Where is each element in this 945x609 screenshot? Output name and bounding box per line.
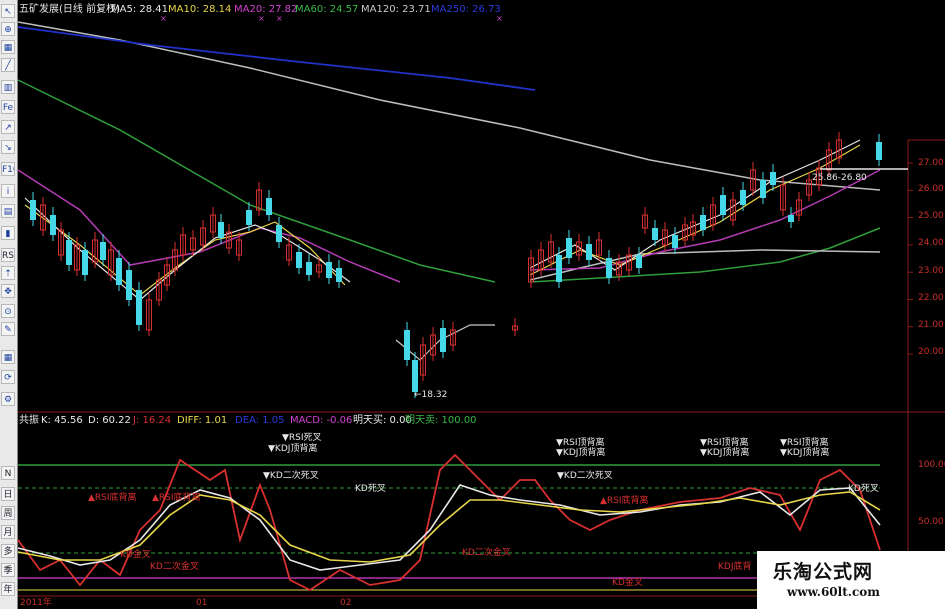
- level-marker: 25.86-26.80: [812, 173, 867, 183]
- price-tick: 27.00: [918, 158, 944, 168]
- price-tick: 26.00: [918, 184, 944, 194]
- signal-rsi-bottom: ▲RSI底背离: [88, 493, 137, 503]
- signal-kdj-bottom: KDJ底背: [718, 562, 752, 572]
- ma5-line: [24, 197, 351, 301]
- date-tick: 02: [340, 598, 352, 608]
- legend-ma20: MA20: 27.82: [234, 4, 298, 15]
- candle-body: [556, 255, 562, 282]
- legend-ma10: MA10: 28.14: [168, 4, 232, 15]
- candle-body: [586, 244, 592, 260]
- candle-body: [82, 250, 88, 275]
- signal-kdj-top: ▼KDJ顶背离: [268, 444, 318, 454]
- signal-kd-golden: KD金叉: [120, 550, 151, 560]
- signal-kdj-top: ▼KDJ顶背离: [700, 448, 750, 458]
- legend-dea: DEA: 1.05: [235, 415, 285, 426]
- signal-rsi-bottom: ▲RSI底背离: [600, 496, 649, 506]
- candle-body: [136, 290, 142, 325]
- price-tick: 24.00: [918, 238, 944, 248]
- candle-body: [100, 242, 106, 260]
- ma20-line: [17, 169, 401, 283]
- price-tick: 25.00: [918, 211, 944, 221]
- candle-body: [876, 142, 882, 160]
- candle-body: [636, 255, 642, 268]
- candle-body: [276, 225, 282, 242]
- candle-body: [720, 195, 726, 215]
- low-price-marker: ←18.32: [414, 390, 448, 400]
- candle-body: [740, 190, 746, 205]
- candle-body: [326, 262, 332, 278]
- indicator-name: 共振: [19, 415, 39, 426]
- legend-sell: 明天卖: 100.00: [405, 415, 477, 426]
- date-tick: 01: [196, 598, 208, 608]
- candle-body: [700, 215, 706, 230]
- watermark-title: 乐淘公式网: [773, 561, 874, 583]
- candle-body: [266, 198, 272, 215]
- ma250-line: [17, 26, 536, 91]
- price-tick: 20.00: [918, 347, 944, 357]
- candle-body: [30, 200, 36, 220]
- candle-body: [218, 222, 224, 238]
- candle-body: [760, 180, 766, 198]
- candle-body: [672, 235, 678, 248]
- legend-ma60: MA60: 24.57: [295, 4, 359, 15]
- candle-body: [440, 328, 446, 352]
- price-tick: 21.00: [918, 320, 944, 330]
- candle-body: [788, 215, 794, 222]
- signal-rsi-bottom: ▲RSI底背离: [152, 493, 201, 503]
- legend-k: K: 45.56: [41, 415, 83, 426]
- watermark-url: www.60lt.com: [787, 585, 880, 599]
- candle-body: [336, 268, 342, 282]
- security-title: 五矿发展(日线 前复权): [19, 4, 120, 15]
- price-tick: 23.00: [918, 266, 944, 276]
- signal-kd-dead: KD死叉: [355, 484, 386, 494]
- candle-body: [770, 172, 776, 185]
- signal-rsi-top: ▼RSI顶背离: [700, 438, 749, 448]
- candle-body: [652, 228, 658, 240]
- legend-ma250: MA250: 26.73: [431, 4, 501, 15]
- watermark: 乐淘公式网 www.60lt.com: [757, 551, 945, 609]
- indicator-tick: 100.00: [918, 460, 945, 470]
- signal-kdj-top: ▼KDJ顶背离: [556, 448, 606, 458]
- candle-body: [126, 270, 132, 300]
- legend-buy: 明天买: 0.00: [353, 415, 412, 426]
- price-tick: 22.00: [918, 293, 944, 303]
- legend-ma5: MA5: 28.41: [111, 4, 169, 15]
- signal-kd-golden2: KD二次金叉: [150, 562, 199, 572]
- signal-kdj-top: ▼KDJ顶背离: [780, 448, 830, 458]
- date-tick: 2011年: [20, 598, 52, 608]
- ma120-line: [17, 21, 881, 191]
- ma60-line: [529, 227, 881, 283]
- candle-body: [606, 258, 612, 278]
- signal-rsi-top: ▼RSI顶背离: [556, 438, 605, 448]
- candle-body: [404, 330, 410, 360]
- signal-rsi-top: ▼RSI顶背离: [780, 438, 829, 448]
- signal-kd-golden: KD金叉: [612, 578, 643, 588]
- ma60-line: [17, 79, 496, 283]
- candle-body: [66, 240, 72, 265]
- candle-body: [246, 210, 252, 225]
- candle-body: [412, 360, 418, 392]
- legend-j: J: 16.24: [133, 415, 172, 426]
- signal-kd-dead: KD死叉: [848, 484, 879, 494]
- candle-body: [116, 258, 122, 285]
- signal-kd-dead2: ▼KD二次死叉: [557, 471, 613, 481]
- legend-diff: DIFF: 1.01: [177, 415, 228, 426]
- indicator-tick: 50.00: [918, 517, 944, 527]
- candle-body: [296, 252, 302, 268]
- candle-body: [566, 238, 572, 258]
- legend-d: D: 60.22: [88, 415, 131, 426]
- stock-chart-window: ↖ ⊕ ▦ ╱ ▥ Fe ↗ ↘ F10 i ▤ ▮ RSI ⇡ ✥ ⊙ ✎ ▦…: [0, 0, 945, 609]
- signal-rsi-dead: ▼RSI死叉: [282, 433, 322, 443]
- legend-macd: MACD: -0.06: [290, 415, 353, 426]
- signal-kd-golden2: KD二次金叉: [462, 548, 511, 558]
- candle-body: [306, 262, 312, 275]
- legend-ma120: MA120: 23.71: [361, 4, 431, 15]
- chart-canvas[interactable]: × × × ×: [0, 0, 945, 609]
- candle-body: [50, 215, 56, 235]
- ma120-line: [529, 249, 881, 281]
- signal-kd-dead2: ▼KD二次死叉: [263, 471, 319, 481]
